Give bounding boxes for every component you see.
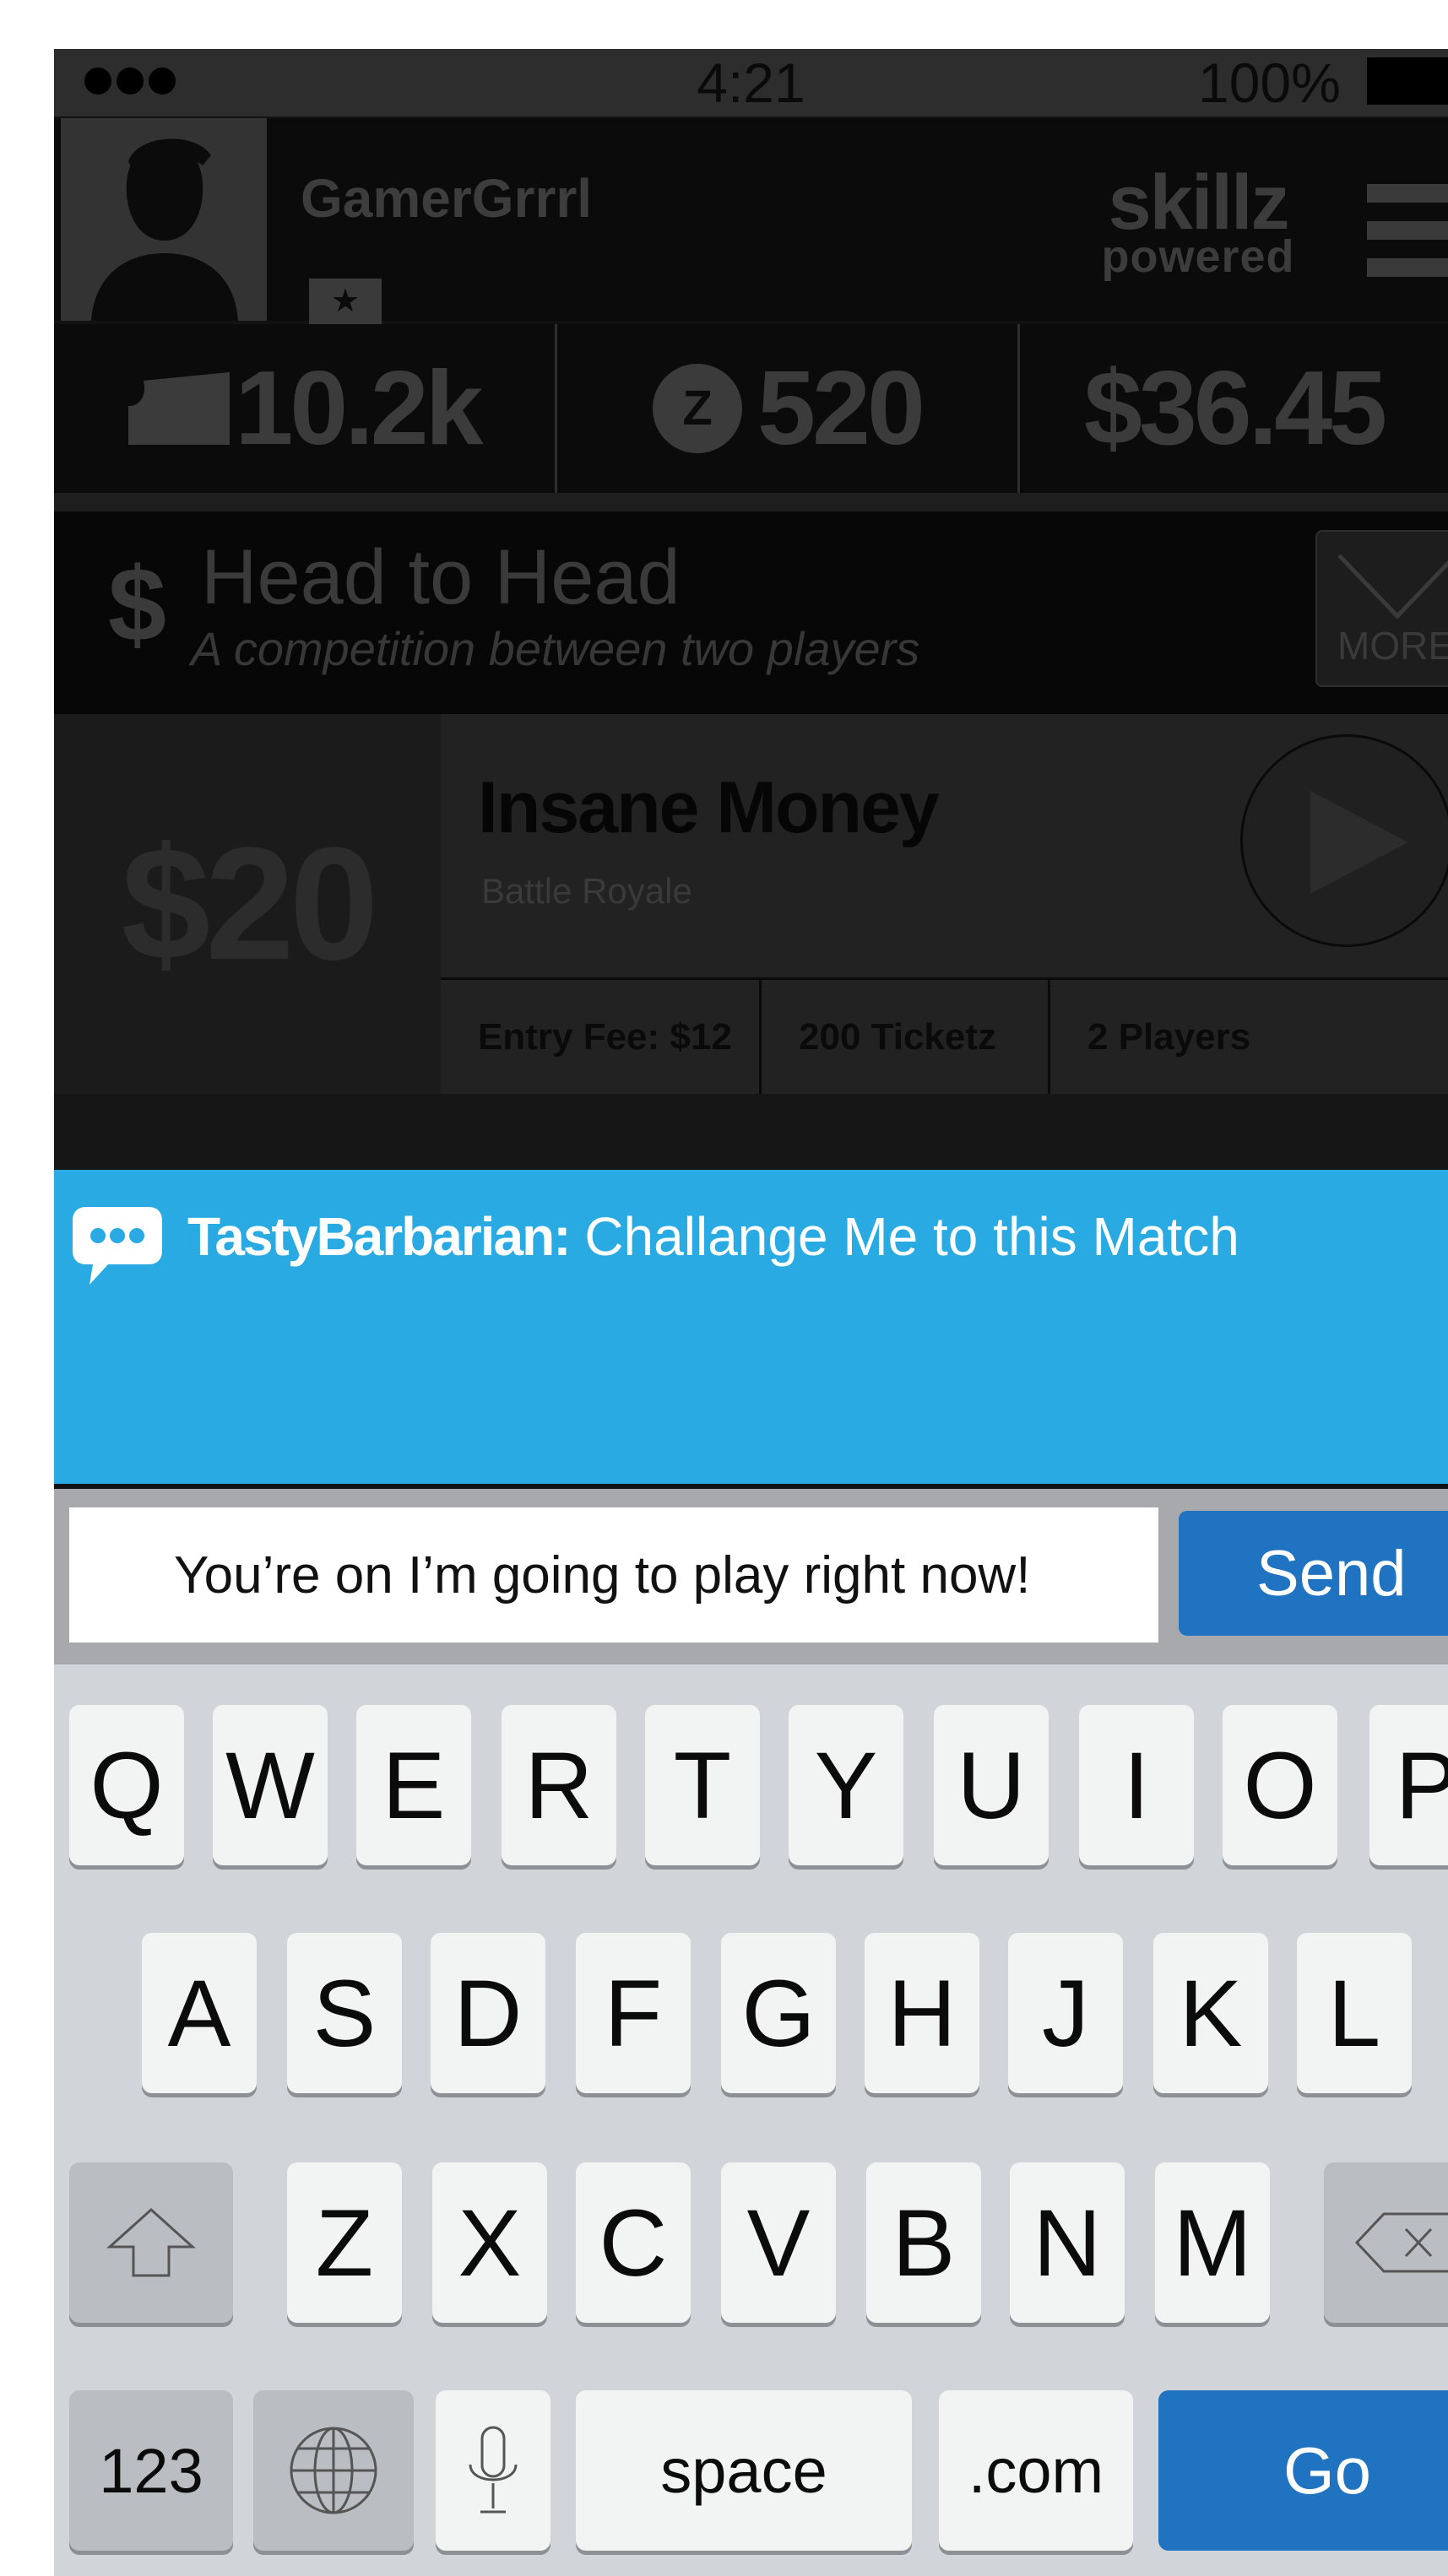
chat-author: TastyBarbarian:: [187, 1206, 572, 1267]
key-v[interactable]: V: [721, 2162, 836, 2323]
key-q[interactable]: Q: [69, 1705, 184, 1865]
mode-banner: $ Head to Head A competition between two…: [54, 511, 1448, 714]
mode-subtitle: A competition between two players: [191, 622, 920, 675]
key-s[interactable]: S: [287, 1933, 402, 2093]
ticketz-reward: 200 Ticketz: [762, 980, 1050, 1094]
profile-header: GamerGrrrl ★ skillz powered: [54, 118, 1448, 324]
prize-amount: $20: [54, 714, 441, 1094]
divider: [54, 1094, 1448, 1170]
match-card[interactable]: $20 Insane Money Battle Royale Entry Fee…: [54, 714, 1448, 1094]
key-t[interactable]: T: [645, 1705, 760, 1865]
ticket-icon: [128, 372, 230, 445]
send-button[interactable]: Send: [1179, 1511, 1448, 1636]
key-d[interactable]: D: [431, 1933, 545, 2093]
phone-screen: 4:21 100% GamerGrrrl ★ skillz powered 10…: [54, 49, 1448, 2576]
chat-body: Challange Me to this Match: [569, 1206, 1239, 1267]
key-i[interactable]: I: [1079, 1705, 1194, 1865]
status-bar: 4:21 100%: [54, 49, 1448, 116]
dollar-icon: $: [108, 547, 166, 663]
brand-top: skillz: [1108, 160, 1289, 246]
message-composer: Send: [54, 1489, 1448, 1664]
play-icon: [1310, 791, 1408, 894]
more-label: MORE: [1337, 624, 1448, 668]
entry-fee: Entry Fee: $12: [441, 980, 762, 1094]
match-subtitle: Battle Royale: [481, 871, 692, 911]
dotcom-key[interactable]: .com: [939, 2390, 1133, 2551]
go-key[interactable]: Go: [1158, 2390, 1448, 2551]
hamburger-menu-icon[interactable]: [1367, 184, 1448, 295]
key-l[interactable]: L: [1297, 1933, 1412, 2093]
key-u[interactable]: U: [934, 1705, 1049, 1865]
key-x[interactable]: X: [432, 2162, 547, 2323]
username[interactable]: GamerGrrrl: [301, 167, 592, 230]
battery-icon: [1367, 57, 1448, 105]
z-coin-icon: Z: [653, 364, 743, 453]
key-h[interactable]: H: [865, 1933, 979, 2093]
key-r[interactable]: R: [502, 1705, 616, 1865]
globe-key[interactable]: [253, 2390, 414, 2551]
key-b[interactable]: B: [866, 2162, 981, 2323]
chat-panel: TastyBarbarian: Challange Me to this Mat…: [54, 1170, 1448, 1484]
shift-arrow-icon: [106, 2207, 196, 2277]
space-key[interactable]: space: [576, 2390, 912, 2551]
key-y[interactable]: Y: [789, 1705, 903, 1865]
keyboard: Q W E R T Y U I O P A S D F G H J K L Z …: [54, 1664, 1448, 2576]
skillz-logo: skillz powered: [1088, 160, 1308, 282]
zcoins-value: 520: [757, 350, 925, 467]
key-p[interactable]: P: [1369, 1705, 1448, 1865]
battery-percent: 100%: [1198, 51, 1341, 114]
key-m[interactable]: M: [1155, 2162, 1270, 2323]
microphone-icon: [469, 2426, 518, 2514]
cash-value: $36.45: [1083, 350, 1387, 467]
message-input[interactable]: [69, 1507, 1158, 1642]
shift-key[interactable]: [69, 2162, 233, 2323]
microphone-key[interactable]: [436, 2390, 550, 2551]
user-silhouette-icon: [91, 138, 238, 321]
mode-title: Head to Head: [201, 534, 681, 620]
chat-bubble-icon: [73, 1207, 162, 1285]
globe-icon: [290, 2427, 377, 2514]
stats-bar: 10.2k Z 520 $36.45: [54, 324, 1448, 493]
tickets-value: 10.2k: [235, 350, 483, 467]
delete-key[interactable]: [1324, 2162, 1448, 2323]
backspace-icon: [1354, 2212, 1448, 2273]
rank-badge: ★: [309, 279, 382, 324]
key-z[interactable]: Z: [287, 2162, 402, 2323]
stat-zcoins[interactable]: Z 520: [557, 324, 1020, 493]
stat-tickets[interactable]: 10.2k: [54, 324, 557, 493]
divider: [54, 493, 1448, 511]
key-c[interactable]: C: [576, 2162, 691, 2323]
key-k[interactable]: K: [1153, 1933, 1268, 2093]
match-meta: Entry Fee: $12 200 Ticketz 2 Players: [441, 977, 1448, 1094]
key-g[interactable]: G: [721, 1933, 836, 2093]
key-w[interactable]: W: [213, 1705, 328, 1865]
key-f[interactable]: F: [576, 1933, 691, 2093]
brand-bottom: powered: [1101, 231, 1295, 282]
match-title: Insane Money: [478, 767, 940, 848]
more-button[interactable]: MORE: [1315, 530, 1448, 687]
key-e[interactable]: E: [356, 1705, 471, 1865]
avatar[interactable]: [61, 118, 267, 321]
player-count: 2 Players: [1087, 1015, 1251, 1058]
numbers-key[interactable]: 123: [69, 2390, 233, 2551]
key-n[interactable]: N: [1010, 2162, 1125, 2323]
key-j[interactable]: J: [1008, 1933, 1123, 2093]
chat-message: TastyBarbarian: Challange Me to this Mat…: [187, 1205, 1239, 1268]
key-a[interactable]: A: [142, 1933, 257, 2093]
stat-cash[interactable]: $36.45: [1020, 324, 1448, 493]
chevron-down-icon: [1337, 554, 1448, 620]
key-o[interactable]: O: [1223, 1705, 1337, 1865]
play-button[interactable]: [1240, 734, 1448, 947]
